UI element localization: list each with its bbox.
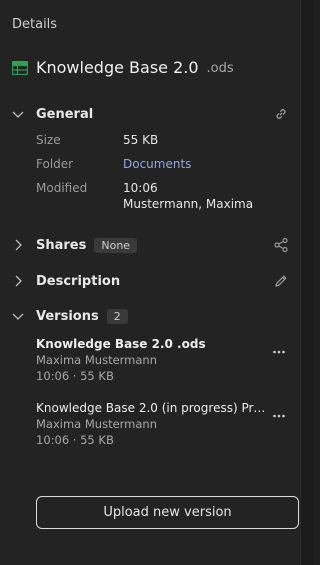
description-section-header[interactable]: Description [0, 270, 301, 292]
spreadsheet-icon [12, 60, 28, 75]
size-row: Size 55 KB [36, 133, 158, 147]
shares-badge: None [94, 237, 138, 253]
version-item[interactable]: Knowledge Base 2.0 (in progress) Pri... … [36, 400, 266, 448]
modified-label: Modified [36, 181, 88, 195]
folder-label: Folder [36, 157, 74, 171]
more-options-icon[interactable] [272, 409, 286, 423]
version-item[interactable]: Knowledge Base 2.0 .ods Maxima Musterman… [36, 336, 266, 384]
version-meta: 10:06 · 55 KB [36, 433, 114, 447]
version-author: Maxima Mustermann [36, 353, 158, 367]
folder-link[interactable]: Documents [123, 157, 191, 171]
file-name: Knowledge Base 2.0 [36, 58, 199, 77]
upload-new-version-button[interactable]: Upload new version [36, 496, 299, 529]
file-extension: .ods [206, 61, 234, 76]
versions-label: Versions 2 [36, 308, 128, 324]
shares-label: Shares None [36, 237, 138, 253]
more-options-icon[interactable] [272, 345, 286, 359]
modified-row: Modified 10:06 [36, 181, 158, 195]
general-section-header[interactable]: General [0, 103, 301, 125]
chevron-right-icon [15, 239, 22, 251]
size-label: Size [36, 133, 61, 147]
file-header: Knowledge Base 2.0 .ods [12, 58, 234, 77]
scrollbar[interactable] [301, 0, 313, 565]
panel-title: Details [12, 17, 58, 32]
general-label: General [36, 106, 94, 122]
version-meta: 10:06 · 55 KB [36, 369, 114, 383]
link-icon[interactable] [273, 106, 289, 122]
pencil-icon[interactable] [273, 273, 289, 289]
share-icon[interactable] [273, 237, 289, 253]
description-label: Description [36, 273, 121, 289]
modified-time: 10:06 [123, 181, 158, 195]
folder-row: Folder Documents [36, 157, 191, 171]
modified-by: Mustermann, Maxima [123, 197, 254, 211]
version-title: Knowledge Base 2.0 .ods [36, 337, 206, 351]
version-author: Maxima Mustermann [36, 417, 158, 431]
chevron-down-icon [12, 313, 24, 320]
versions-section-header[interactable]: Versions 2 [0, 305, 301, 327]
chevron-right-icon [15, 275, 22, 287]
details-panel: Details Knowledge Base 2.0 .ods General … [0, 0, 301, 565]
size-value: 55 KB [123, 133, 159, 147]
chevron-down-icon [12, 111, 24, 118]
versions-count-badge: 2 [106, 308, 128, 324]
version-title: Knowledge Base 2.0 (in progress) Pri... [36, 401, 266, 415]
shares-section-header[interactable]: Shares None [0, 234, 301, 256]
